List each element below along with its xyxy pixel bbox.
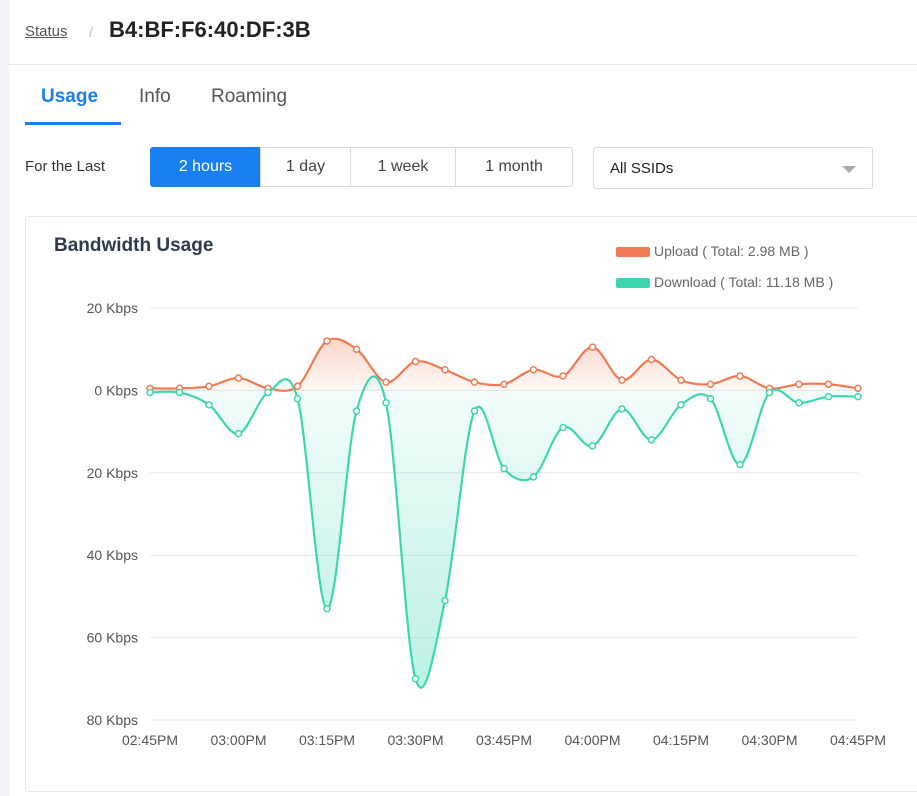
x-tick-label: 04:15PM bbox=[653, 732, 709, 748]
download-data-point[interactable] bbox=[146, 388, 154, 397]
upload-data-point[interactable] bbox=[323, 337, 331, 345]
upload-data-point[interactable] bbox=[234, 374, 243, 382]
y-tick-label: 60 Kbps bbox=[87, 630, 138, 646]
x-tick-label: 04:00PM bbox=[564, 732, 620, 748]
y-tick-label: 40 Kbps bbox=[87, 547, 138, 563]
page-header: Status / B4:BF:F6:40:DF:3B bbox=[9, 0, 917, 65]
upload-data-point[interactable] bbox=[795, 380, 803, 388]
y-tick-label: 0 Kbps bbox=[94, 382, 138, 398]
upload-data-point[interactable] bbox=[588, 343, 597, 351]
y-tick-label: 80 Kbps bbox=[87, 712, 138, 728]
upload-data-point[interactable] bbox=[677, 376, 685, 384]
x-tick-label: 02:45PM bbox=[122, 732, 178, 748]
upload-data-point[interactable] bbox=[559, 372, 567, 380]
download-data-point[interactable] bbox=[175, 388, 184, 397]
tab-roaming[interactable]: Roaming bbox=[211, 86, 287, 108]
download-data-point[interactable] bbox=[588, 442, 597, 450]
download-swatch bbox=[616, 278, 650, 289]
download-data-point[interactable] bbox=[470, 407, 479, 415]
download-data-point[interactable] bbox=[323, 605, 331, 613]
legend-upload[interactable]: Upload ( Total: 2.98 MB ) bbox=[616, 243, 809, 259]
download-data-point[interactable] bbox=[706, 394, 715, 403]
download-data-point[interactable] bbox=[441, 596, 449, 605]
bandwidth-chart: 20 Kbps 0 Kbps 20 Kbps 40 Kbps 60 Kbps 80 Kbp… bbox=[87, 300, 886, 748]
download-data-point[interactable] bbox=[854, 392, 862, 401]
page-title: B4:BF:F6:40:DF:3B bbox=[109, 17, 311, 42]
tab-info[interactable]: Info bbox=[139, 86, 171, 108]
x-tick-label: 03:30PM bbox=[387, 732, 443, 748]
upload-data-point[interactable] bbox=[352, 345, 361, 353]
x-tick-label: 03:15PM bbox=[299, 732, 355, 748]
upload-data-point[interactable] bbox=[706, 380, 715, 388]
download-data-point[interactable] bbox=[352, 407, 361, 415]
x-tick-label: 03:45PM bbox=[476, 732, 532, 748]
upload-data-point[interactable] bbox=[736, 372, 744, 380]
legend-download[interactable]: Download ( Total: 11.18 MB ) bbox=[616, 274, 833, 290]
legend-upload-label: Upload ( Total: 2.98 MB ) bbox=[654, 243, 809, 259]
period-1-month-button[interactable]: 1 month bbox=[455, 147, 573, 187]
upload-data-point[interactable] bbox=[293, 382, 302, 391]
chevron-down-icon bbox=[842, 166, 856, 173]
download-data-point[interactable] bbox=[382, 399, 390, 407]
upload-data-point[interactable] bbox=[529, 366, 538, 374]
bandwidth-usage-card: 20 Kbps 0 Kbps 20 Kbps 40 Kbps 60 Kbps 80 Kbp… bbox=[25, 216, 917, 792]
y-tick-label: 20 Kbps bbox=[87, 300, 138, 316]
legend-download-label: Download ( Total: 11.18 MB ) bbox=[654, 274, 834, 290]
upload-data-point[interactable] bbox=[382, 378, 390, 386]
upload-data-point[interactable] bbox=[500, 380, 508, 388]
download-data-point[interactable] bbox=[293, 394, 302, 403]
active-tab-indicator bbox=[25, 122, 121, 125]
download-data-point[interactable] bbox=[618, 405, 626, 413]
period-2-hours-button[interactable]: 2 hours bbox=[150, 147, 261, 187]
download-data-point[interactable] bbox=[765, 388, 774, 397]
download-data-point[interactable] bbox=[205, 401, 213, 409]
y-tick-label: 20 Kbps bbox=[87, 465, 138, 481]
main-panel: Status / B4:BF:F6:40:DF:3B Usage Info Ro… bbox=[9, 0, 917, 796]
period-label: For the Last bbox=[25, 158, 106, 175]
download-data-point[interactable] bbox=[234, 429, 243, 438]
period-1-week-button[interactable]: 1 week bbox=[350, 147, 456, 187]
tab-usage[interactable]: Usage bbox=[41, 86, 98, 108]
download-data-point[interactable] bbox=[677, 401, 685, 409]
upload-data-point[interactable] bbox=[854, 384, 862, 393]
download-data-point[interactable] bbox=[264, 388, 272, 397]
upload-data-point[interactable] bbox=[647, 355, 656, 364]
upload-data-point[interactable] bbox=[411, 357, 420, 366]
download-data-point[interactable] bbox=[824, 392, 833, 401]
download-data-point[interactable] bbox=[559, 423, 567, 432]
breadcrumb-status-link[interactable]: Status bbox=[25, 23, 68, 40]
download-data-point[interactable] bbox=[795, 399, 803, 407]
x-tick-label: 03:00PM bbox=[210, 732, 266, 748]
upload-data-point[interactable] bbox=[470, 378, 479, 386]
upload-data-point[interactable] bbox=[824, 380, 833, 388]
x-tick-label: 04:45PM bbox=[830, 732, 886, 748]
breadcrumb-separator: / bbox=[89, 24, 93, 40]
upload-data-point[interactable] bbox=[618, 376, 626, 384]
download-area bbox=[150, 376, 858, 688]
download-data-point[interactable] bbox=[736, 460, 744, 469]
period-1-day-button[interactable]: 1 day bbox=[260, 147, 351, 187]
upload-swatch bbox=[616, 247, 650, 258]
download-data-point[interactable] bbox=[411, 675, 420, 683]
upload-data-point[interactable] bbox=[205, 382, 213, 391]
ssid-select-value: All SSIDs bbox=[610, 160, 674, 177]
download-data-point[interactable] bbox=[529, 473, 538, 481]
download-data-point[interactable] bbox=[647, 436, 656, 444]
chart-title: Bandwidth Usage bbox=[54, 235, 214, 256]
ssid-select[interactable]: All SSIDs bbox=[593, 147, 873, 189]
upload-data-point[interactable] bbox=[441, 366, 449, 374]
x-tick-label: 04:30PM bbox=[741, 732, 797, 748]
download-data-point[interactable] bbox=[500, 464, 508, 473]
